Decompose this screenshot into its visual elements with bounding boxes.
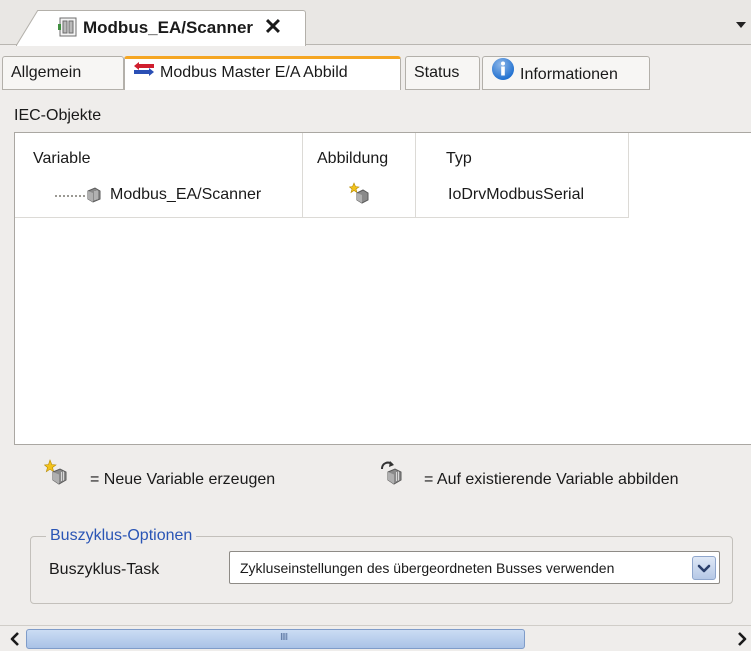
device-tab-icon (57, 16, 79, 38)
column-header-typ[interactable]: Typ (446, 150, 472, 168)
editor-tabs: Allgemein Modbus Master E/A Abbild Statu… (0, 56, 751, 91)
horizontal-scrollbar[interactable]: IIII (0, 625, 751, 651)
typ-cell: IoDrvModbusSerial (448, 186, 585, 203)
tab-label: Informationen (520, 66, 618, 84)
tab-label: Allgemein (11, 64, 82, 81)
select-value: Zykluseinstellungen des übergeordneten B… (240, 560, 615, 576)
chevron-down-icon[interactable] (734, 20, 748, 30)
section-title: IEC-Objekte (14, 107, 102, 124)
scrollbar-grip: IIII (280, 632, 288, 643)
star-sparkle-icon[interactable] (348, 182, 371, 204)
io-arrows-icon (133, 59, 155, 87)
arrow-device-icon (379, 459, 405, 485)
scroll-left-icon[interactable] (6, 628, 26, 650)
device-editor: Modbus_EA/Scanner ✕ Allgemein Modbus Mas… (0, 0, 751, 651)
column-separator (628, 133, 629, 217)
device-icon (84, 185, 104, 205)
group-title: Buszyklus-Optionen (46, 527, 197, 545)
tab-status[interactable]: Status (405, 56, 480, 90)
chevron-down-icon[interactable] (692, 556, 716, 580)
close-icon[interactable]: ✕ (262, 16, 284, 38)
scroll-right-icon[interactable] (731, 628, 751, 650)
scrollbar-thumb[interactable]: IIII (26, 629, 525, 649)
document-tab-strip: Modbus_EA/Scanner ✕ (0, 0, 751, 46)
legend-new-variable: = Neue Variable erzeugen (90, 471, 276, 488)
io-mapping-panel: IEC-Objekte Variable Abbildung Typ Modbu… (0, 90, 751, 620)
tab-allgemein[interactable]: Allgemein (2, 56, 124, 90)
row-separator (15, 217, 629, 218)
info-icon (491, 57, 515, 93)
tab-label: Status (414, 64, 460, 81)
star-sparkle-icon (43, 459, 70, 485)
tab-label: Modbus Master E/A Abbild (160, 64, 348, 82)
document-tab-title: Modbus_EA/Scanner (83, 18, 254, 37)
tab-informationen[interactable]: Informationen (482, 56, 650, 90)
column-separator (415, 133, 416, 217)
legend-map-existing: = Auf existierende Variable abbilden (424, 471, 679, 488)
bus-cycle-task-label: Buszyklus-Task (49, 561, 160, 578)
tree-connector (55, 195, 85, 197)
column-header-variable[interactable]: Variable (33, 150, 91, 168)
column-separator (302, 133, 303, 217)
column-header-abbildung[interactable]: Abbildung (317, 150, 388, 168)
variable-cell: Modbus_EA/Scanner (110, 186, 262, 203)
iec-objects-table: Variable Abbildung Typ Modbus_EA/Scanner (14, 132, 751, 445)
bus-cycle-task-select[interactable]: Zykluseinstellungen des übergeordneten B… (229, 551, 720, 584)
tab-modbus-master-ea-abbild[interactable]: Modbus Master E/A Abbild (124, 56, 401, 91)
